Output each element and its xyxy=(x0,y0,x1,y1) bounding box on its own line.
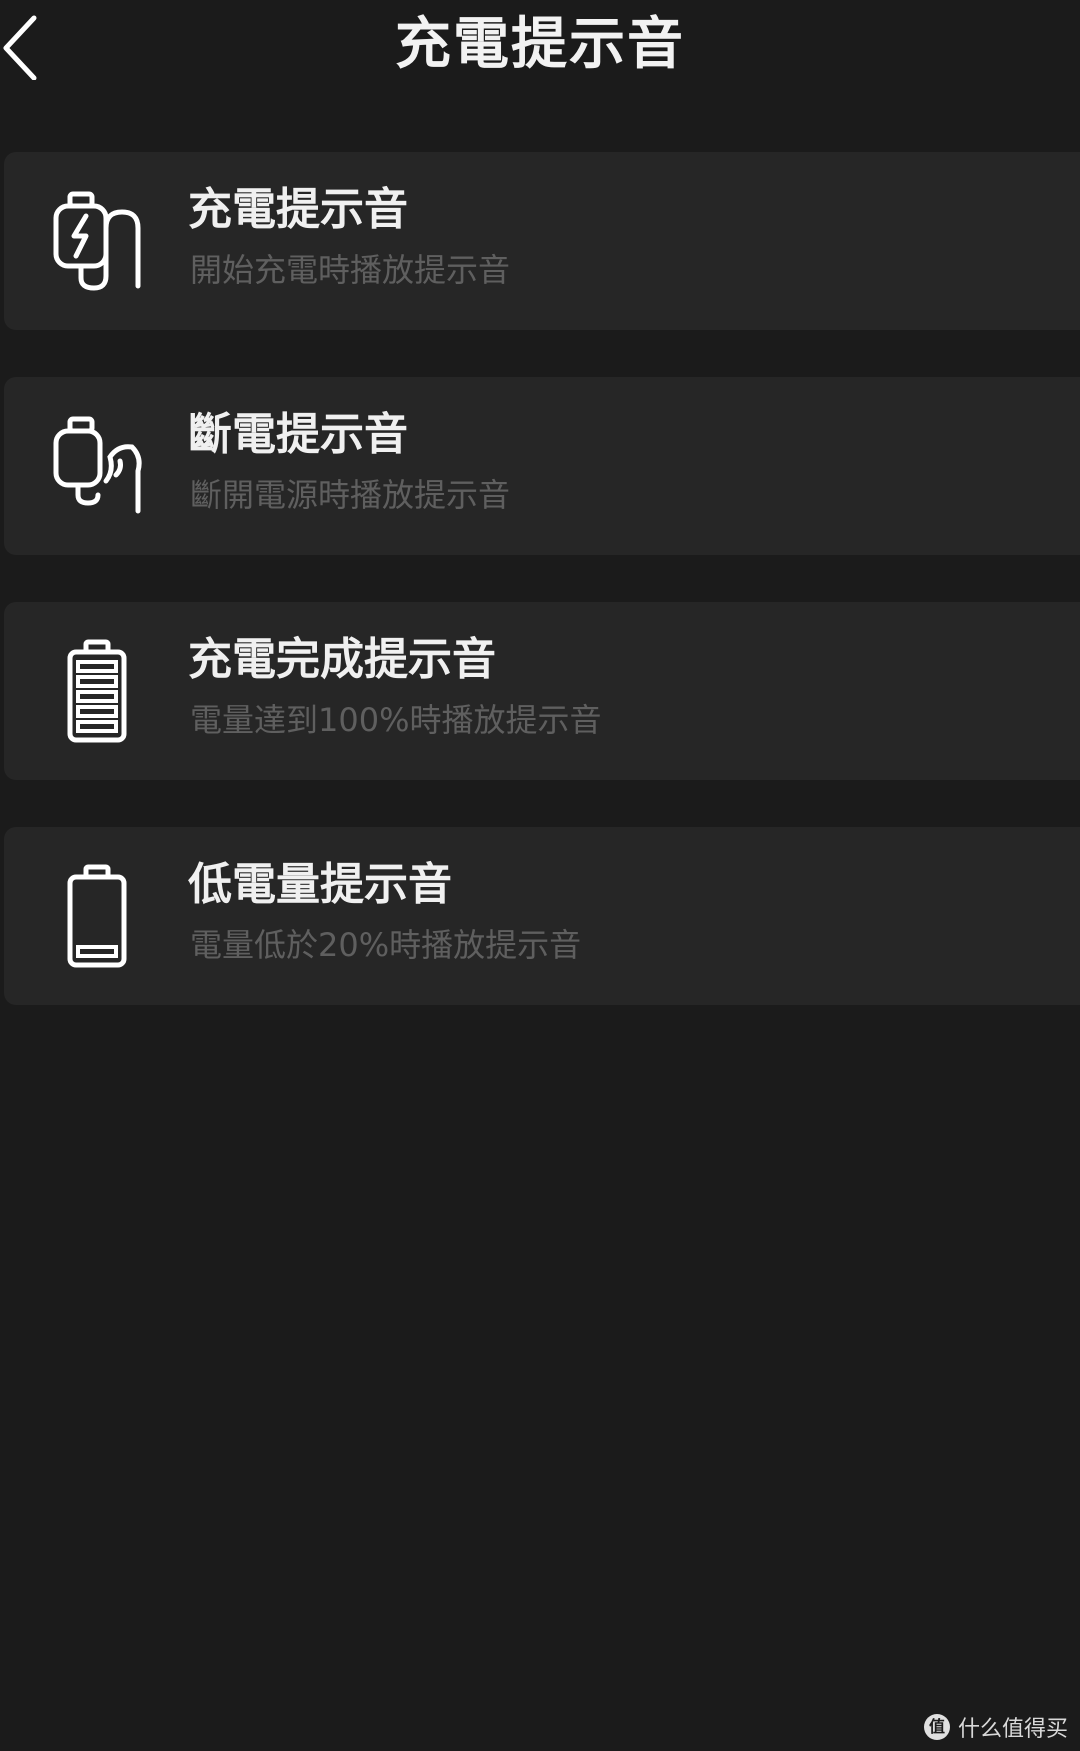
list-item-low-battery-sound[interactable]: 低電量提示音 電量低於20%時播放提示音 xyxy=(4,827,1080,1005)
item-title: 斷電提示音 xyxy=(188,409,408,460)
item-description: 開始充電時播放提示音 xyxy=(190,251,511,289)
watermark-badge: 值 xyxy=(923,1714,950,1740)
page-title: 充電提示音 xyxy=(395,12,685,77)
battery-low-icon xyxy=(67,864,127,968)
list-item-disconnect-sound[interactable]: 斷電提示音 斷開電源時播放提示音 xyxy=(4,377,1080,555)
watermark-text: 什么值得买 xyxy=(957,1717,1068,1742)
item-title: 充電完成提示音 xyxy=(188,634,496,685)
item-description: 斷開電源時播放提示音 xyxy=(190,476,511,514)
list-item-charge-complete-sound[interactable]: 充電完成提示音 電量達到100%時播放提示音 xyxy=(4,602,1080,780)
charger-plug-icon xyxy=(53,191,141,291)
item-description: 電量低於20%時播放提示音 xyxy=(190,926,582,964)
item-description: 電量達到100%時播放提示音 xyxy=(190,701,602,739)
battery-full-icon xyxy=(67,639,127,743)
app-header: 充電提示音 xyxy=(0,0,1080,100)
unplug-icon xyxy=(53,416,142,514)
item-title: 低電量提示音 xyxy=(188,859,452,910)
item-title: 充電提示音 xyxy=(188,184,408,235)
list-item-charging-sound[interactable]: 充電提示音 開始充電時播放提示音 xyxy=(4,152,1080,330)
watermark: 值 什么值得买 xyxy=(923,1711,1068,1743)
sound-settings-list: 充電提示音 開始充電時播放提示音 斷電提示音 斷開電源時播放提示音 充電完成提示… xyxy=(0,152,1080,1052)
